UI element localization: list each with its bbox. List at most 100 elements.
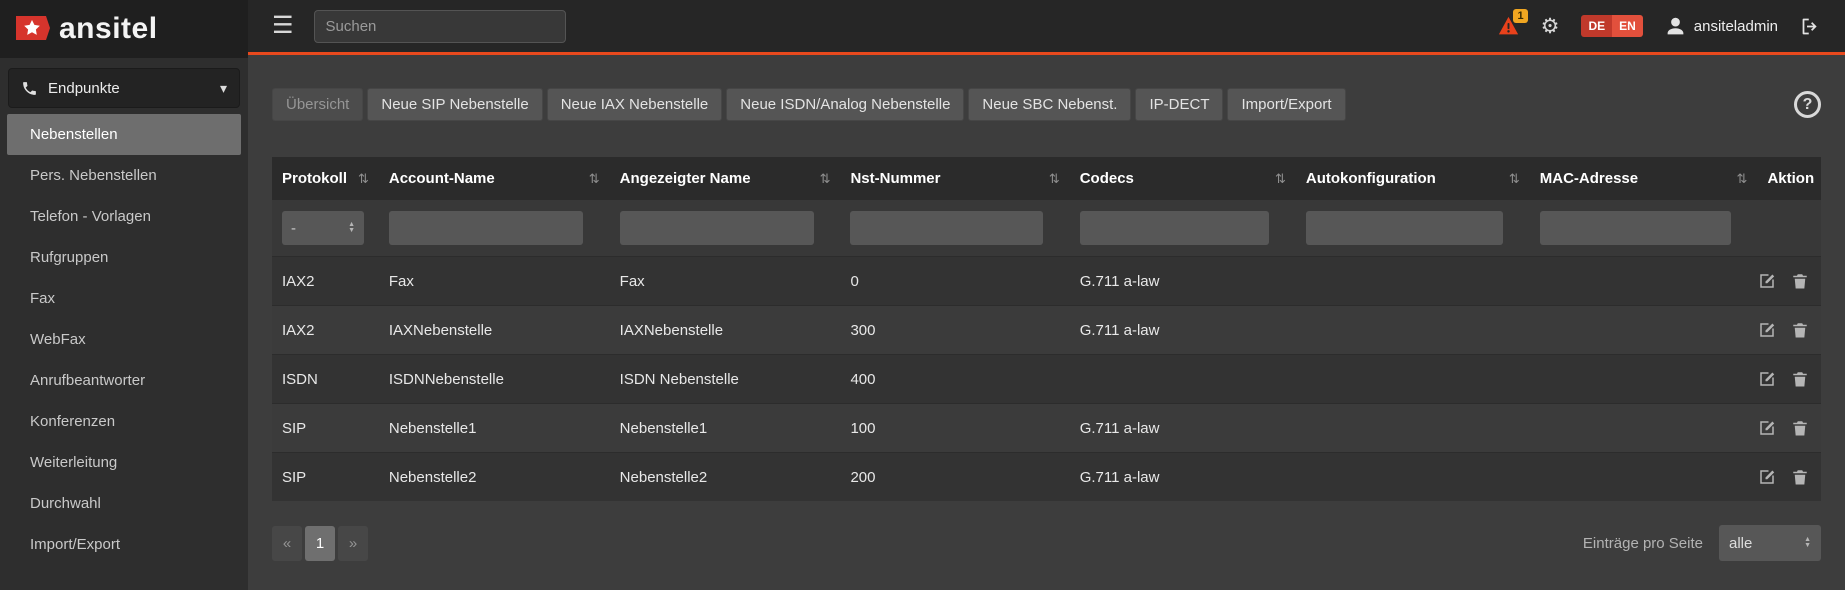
- cell-autokonfiguration: [1296, 306, 1530, 355]
- column-header-protokoll[interactable]: Protokoll ⇅: [272, 157, 379, 200]
- cell-nst-nummer: 300: [840, 306, 1069, 355]
- edit-button[interactable]: [1758, 468, 1776, 486]
- edit-button[interactable]: [1758, 321, 1776, 339]
- search-input[interactable]: [314, 10, 566, 43]
- cell-account-name: Fax: [379, 257, 610, 306]
- select-caret-icon: ▲▼: [1804, 537, 1811, 549]
- logo-flag-icon: [14, 14, 50, 44]
- user-menu[interactable]: ansiteladmin: [1665, 16, 1778, 37]
- cell-mac-adresse: [1530, 404, 1758, 453]
- tab-ip-dect[interactable]: IP-DECT: [1135, 88, 1223, 121]
- tab-neue-isdn-analog-nebenstelle[interactable]: Neue ISDN/Analog Nebenstelle: [726, 88, 964, 121]
- cell-nst-nummer: 200: [840, 453, 1069, 502]
- filter-nst-nummer-input[interactable]: [850, 211, 1043, 245]
- delete-button[interactable]: [1791, 468, 1809, 486]
- cell-angezeigter-name: ISDN Nebenstelle: [610, 355, 841, 404]
- sidebar-section-endpunkte[interactable]: Endpunkte ▾: [8, 68, 240, 108]
- sort-icon[interactable]: ⇅: [358, 171, 369, 187]
- sidebar-item-import-export[interactable]: Import/Export: [0, 524, 248, 565]
- trash-icon: [1791, 272, 1809, 290]
- topbar-right: 1 ⚙ DE EN ansiteladmin: [1498, 15, 1821, 37]
- column-label: Autokonfiguration: [1306, 170, 1436, 187]
- sort-icon[interactable]: ⇅: [1737, 171, 1748, 187]
- filter-codecs-input[interactable]: [1080, 211, 1270, 245]
- sidebar-item-label: Import/Export: [30, 536, 120, 553]
- logout-button[interactable]: [1800, 16, 1821, 37]
- sort-icon[interactable]: ⇅: [820, 171, 831, 187]
- username: ansiteladmin: [1694, 18, 1778, 35]
- delete-button[interactable]: [1791, 370, 1809, 388]
- language-en-button[interactable]: EN: [1612, 15, 1643, 37]
- cell-account-name: Nebenstelle2: [379, 453, 610, 502]
- sidebar-item-label: Anrufbeantworter: [30, 372, 145, 389]
- delete-button[interactable]: [1791, 272, 1809, 290]
- page-size-select[interactable]: alle ▲▼: [1719, 525, 1821, 561]
- column-header-angezeigter-name[interactable]: Angezeigter Name⇅: [610, 157, 841, 200]
- sidebar-item-webfax[interactable]: WebFax: [0, 319, 248, 360]
- tab-uebersicht[interactable]: Übersicht: [272, 88, 363, 121]
- sidebar-item-label: WebFax: [30, 331, 86, 348]
- sidebar-item-pers-nebenstellen[interactable]: Pers. Nebenstellen: [0, 155, 248, 196]
- pagination-next-button[interactable]: »: [338, 526, 368, 561]
- sidebar-item-fax[interactable]: Fax: [0, 278, 248, 319]
- tab-import-export[interactable]: Import/Export: [1227, 88, 1345, 121]
- column-header-autokonfiguration[interactable]: Autokonfiguration ⇅: [1296, 157, 1530, 200]
- sidebar-item-label: Pers. Nebenstellen: [30, 167, 157, 184]
- sort-icon[interactable]: ⇅: [1275, 171, 1286, 187]
- cell-protokoll: SIP: [272, 453, 379, 502]
- filter-account-name-input[interactable]: [389, 211, 583, 245]
- column-header-codecs[interactable]: Codecs⇅: [1070, 157, 1296, 200]
- cell-codecs: G.711 a-law: [1070, 453, 1296, 502]
- pagination-prev-button[interactable]: «: [272, 526, 302, 561]
- sidebar-section-label: Endpunkte: [48, 80, 210, 97]
- cell-angezeigter-name: Fax: [610, 257, 841, 306]
- sidebar-item-label: Durchwahl: [30, 495, 101, 512]
- sidebar-item-label: Nebenstellen: [30, 126, 118, 143]
- filter-autokonfiguration-input[interactable]: [1306, 211, 1503, 245]
- language-de-button[interactable]: DE: [1581, 15, 1612, 37]
- edit-button[interactable]: [1758, 272, 1776, 290]
- sort-icon[interactable]: ⇅: [589, 171, 600, 187]
- column-header-account-name[interactable]: Account-Name⇅: [379, 157, 610, 200]
- sort-icon[interactable]: ⇅: [1509, 171, 1520, 187]
- sidebar-item-anrufbeantworter[interactable]: Anrufbeantworter: [0, 360, 248, 401]
- sidebar-item-telefon-vorlagen[interactable]: Telefon - Vorlagen: [0, 196, 248, 237]
- edit-button[interactable]: [1758, 370, 1776, 388]
- filter-mac-adresse-input[interactable]: [1540, 211, 1731, 245]
- column-header-nst-nummer[interactable]: Nst-Nummer⇅: [840, 157, 1069, 200]
- edit-icon: [1758, 321, 1776, 339]
- edit-icon: [1758, 468, 1776, 486]
- extensions-table: Protokoll ⇅ Account-Name⇅ Angezeigter Nam…: [272, 157, 1821, 501]
- cell-mac-adresse: [1530, 306, 1758, 355]
- cell-nst-nummer: 400: [840, 355, 1069, 404]
- tab-neue-sip-nebenstelle[interactable]: Neue SIP Nebenstelle: [367, 88, 542, 121]
- edit-icon: [1758, 419, 1776, 437]
- sidebar-item-konferenzen[interactable]: Konferenzen: [0, 401, 248, 442]
- alerts-button[interactable]: 1: [1498, 16, 1519, 37]
- gear-icon[interactable]: ⚙: [1541, 16, 1560, 37]
- column-label: Protokoll: [282, 170, 347, 187]
- tab-neue-iax-nebenstelle[interactable]: Neue IAX Nebenstelle: [547, 88, 723, 121]
- tab-neue-sbc-nebenstelle[interactable]: Neue SBC Nebenst.: [968, 88, 1131, 121]
- logo[interactable]: ansitel: [0, 0, 248, 58]
- sidebar-item-rufgruppen[interactable]: Rufgruppen: [0, 237, 248, 278]
- help-icon[interactable]: ?: [1794, 91, 1821, 118]
- cell-mac-adresse: [1530, 257, 1758, 306]
- chevron-down-icon: ▾: [220, 80, 227, 97]
- sort-icon[interactable]: ⇅: [1049, 171, 1060, 187]
- sidebar-item-durchwahl[interactable]: Durchwahl: [0, 483, 248, 524]
- table-footer: « 1 » Einträge pro Seite alle ▲▼: [272, 525, 1821, 561]
- filter-angezeigter-name-input[interactable]: [620, 211, 814, 245]
- column-header-mac-adresse[interactable]: MAC-Adresse⇅: [1530, 157, 1758, 200]
- phone-icon: [21, 80, 38, 97]
- table-header-row: Protokoll ⇅ Account-Name⇅ Angezeigter Nam…: [272, 157, 1821, 200]
- protocol-filter-select[interactable]: -▲▼: [282, 211, 364, 245]
- sidebar-item-nebenstellen[interactable]: Nebenstellen: [7, 114, 241, 155]
- hamburger-menu-icon[interactable]: ☰: [272, 14, 294, 38]
- pagination-page-1-button[interactable]: 1: [305, 526, 335, 561]
- edit-button[interactable]: [1758, 419, 1776, 437]
- delete-button[interactable]: [1791, 321, 1809, 339]
- pagination: « 1 »: [272, 526, 368, 561]
- delete-button[interactable]: [1791, 419, 1809, 437]
- sidebar-item-weiterleitung[interactable]: Weiterleitung: [0, 442, 248, 483]
